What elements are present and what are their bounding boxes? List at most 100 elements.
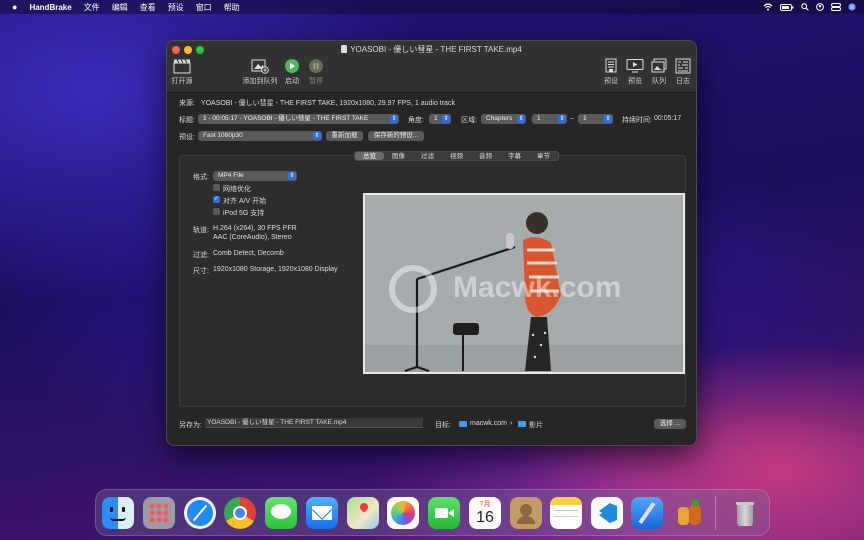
preset-label: 预设: (179, 134, 195, 141)
range-type-select[interactable]: Chapters ⇕ (481, 114, 526, 124)
tab-audio[interactable]: 音频 (471, 152, 500, 160)
tab-video[interactable]: 视频 (442, 152, 471, 160)
ipod-support-checkbox[interactable] (213, 208, 220, 215)
choose-destination-button[interactable]: 选择 ... (654, 419, 686, 429)
chevron-updown-icon: ⇕ (313, 132, 321, 140)
menu-edit[interactable]: 编辑 (112, 2, 128, 13)
maps-icon[interactable] (347, 497, 379, 529)
destination-label: 目标: (435, 422, 451, 429)
tab-picture[interactable]: 图像 (384, 152, 413, 160)
ipod-support-label: iPod 5G 支持 (223, 210, 265, 217)
calendar-month: 7月 (479, 501, 491, 508)
menu-view[interactable]: 查看 (140, 2, 156, 13)
tab-subtitles[interactable]: 字幕 (500, 152, 529, 160)
queue-label: 队列 (652, 78, 666, 85)
format-select[interactable]: MP4 File ⇕ (213, 171, 297, 181)
menu-bar: ● HandBrake 文件 编辑 查看 预设 窗口 帮助 (0, 0, 864, 14)
app-menu[interactable]: HandBrake (29, 3, 71, 12)
contacts-icon[interactable] (510, 497, 542, 529)
range-dash: – (570, 115, 574, 122)
trash-icon[interactable] (729, 497, 761, 529)
destination-path-2[interactable]: 影片 (529, 420, 543, 430)
siri-icon[interactable] (848, 3, 856, 11)
preview-image: Macwk.com (363, 193, 685, 374)
search-icon[interactable] (801, 3, 809, 11)
dock: 7月 16 (95, 489, 770, 536)
title-label: 标题: (179, 117, 195, 124)
size-label: 尺寸: (193, 268, 209, 275)
watermark-logo-icon (389, 265, 437, 313)
open-source-button[interactable]: 打开源 (167, 58, 200, 86)
wifi-icon[interactable] (763, 3, 773, 11)
range-end-value: 1 (583, 115, 587, 122)
tracks-label: 轨道: (193, 227, 209, 234)
control-center-icon[interactable] (831, 3, 841, 11)
safari-icon[interactable] (184, 497, 216, 529)
chrome-icon[interactable] (224, 497, 256, 529)
menu-help[interactable]: 帮助 (224, 2, 240, 13)
angle-select[interactable]: 1 ⇕ (429, 114, 451, 124)
preset-select[interactable]: Fast 1080p30 ⇕ (198, 131, 322, 141)
launchpad-icon[interactable] (143, 497, 175, 529)
log-label: 日志 (676, 78, 690, 85)
tab-filters[interactable]: 过滤 (413, 152, 442, 160)
tab-chapters[interactable]: 章节 (529, 152, 558, 160)
notes-icon[interactable] (550, 497, 582, 529)
menu-presets[interactable]: 预设 (168, 2, 184, 13)
finder-icon[interactable] (102, 497, 134, 529)
cocktail-app-icon[interactable] (672, 497, 704, 529)
path-separator: › (510, 420, 513, 427)
battery-icon[interactable] (780, 3, 794, 11)
pause-label: 暂停 (309, 78, 323, 85)
align-av-checkbox[interactable]: ✓ (213, 196, 220, 203)
photos-icon[interactable] (387, 497, 419, 529)
range-start-select[interactable]: 1 ⇕ (532, 114, 567, 124)
save-new-preset-button[interactable]: 保存新的预设... (368, 131, 424, 141)
duration-value: 00:05:17 (654, 115, 682, 122)
angle-select-value: 1 (434, 115, 438, 122)
summary-panel: 总览 图像 过滤 视频 音频 字幕 章节 格式: MP4 File ⇕ 网络优化… (179, 151, 686, 407)
user-switch-icon[interactable] (816, 3, 824, 11)
tracks-audio-value: AAC (CoreAudio), Stereo (213, 234, 292, 241)
angle-label: 角度: (408, 117, 424, 124)
format-label: 格式: (193, 174, 209, 181)
save-as-field[interactable]: YOASOBI - 優しい彗星 - THE FIRST TAKE.mp4 (205, 418, 423, 428)
calendar-icon[interactable]: 7月 16 (469, 497, 501, 529)
range-end-select[interactable]: 1 ⇕ (578, 114, 613, 124)
filters-label: 过滤: (193, 252, 209, 259)
title-select[interactable]: 1 - 00:05:17 - YOASOBI - 優しい彗星 - THE FIR… (198, 114, 399, 124)
destination-path-1[interactable]: macwk.com (470, 420, 507, 427)
range-label: 区域: (461, 117, 477, 124)
window-title-text: YOASOBI - 優しい彗星 - THE FIRST TAKE.mp4 (350, 45, 522, 54)
menu-window[interactable]: 窗口 (196, 2, 212, 13)
xcode-icon[interactable] (631, 497, 663, 529)
chevron-updown-icon: ⇕ (558, 115, 566, 123)
chevron-updown-icon: ⇕ (390, 115, 398, 123)
title-toolbar: YOASOBI - 優しい彗星 - THE FIRST TAKE.mp4 打开源… (167, 41, 696, 93)
window-title: YOASOBI - 優しい彗星 - THE FIRST TAKE.mp4 (167, 44, 696, 55)
messages-icon[interactable] (265, 497, 297, 529)
web-optimized-checkbox[interactable] (213, 184, 220, 191)
reload-preset-button[interactable]: 重新加载 (326, 131, 363, 141)
handbrake-window: YOASOBI - 優しい彗星 - THE FIRST TAKE.mp4 打开源… (166, 40, 697, 446)
apple-menu-icon[interactable]: ● (12, 2, 17, 12)
tab-bar: 总览 图像 过滤 视频 音频 字幕 章节 (354, 151, 559, 161)
duration-label: 持续时间: (622, 117, 652, 124)
tab-summary[interactable]: 总览 (355, 152, 384, 160)
menu-file[interactable]: 文件 (84, 2, 100, 13)
preview-label: 预览 (628, 78, 642, 85)
facetime-icon[interactable] (428, 497, 460, 529)
calendar-day: 16 (476, 509, 494, 526)
range-type-value: Chapters (486, 115, 513, 122)
title-select-value: 1 - 00:05:17 - YOASOBI - 優しい彗星 - THE FIR… (203, 115, 369, 122)
web-optimized-label: 网络优化 (223, 186, 251, 193)
log-button[interactable]: 日志 (665, 58, 696, 86)
add-to-queue-label: 添加到队列 (242, 78, 278, 85)
filters-value: Comb Detect, Decomb (213, 250, 284, 257)
pause-button[interactable]: 暂停 (298, 58, 334, 86)
mail-icon[interactable] (306, 497, 338, 529)
presets-label: 预设 (604, 78, 618, 85)
folder-icon (459, 421, 467, 427)
watermark-text: Macwk.com (453, 271, 622, 304)
vscode-icon[interactable] (591, 497, 623, 529)
